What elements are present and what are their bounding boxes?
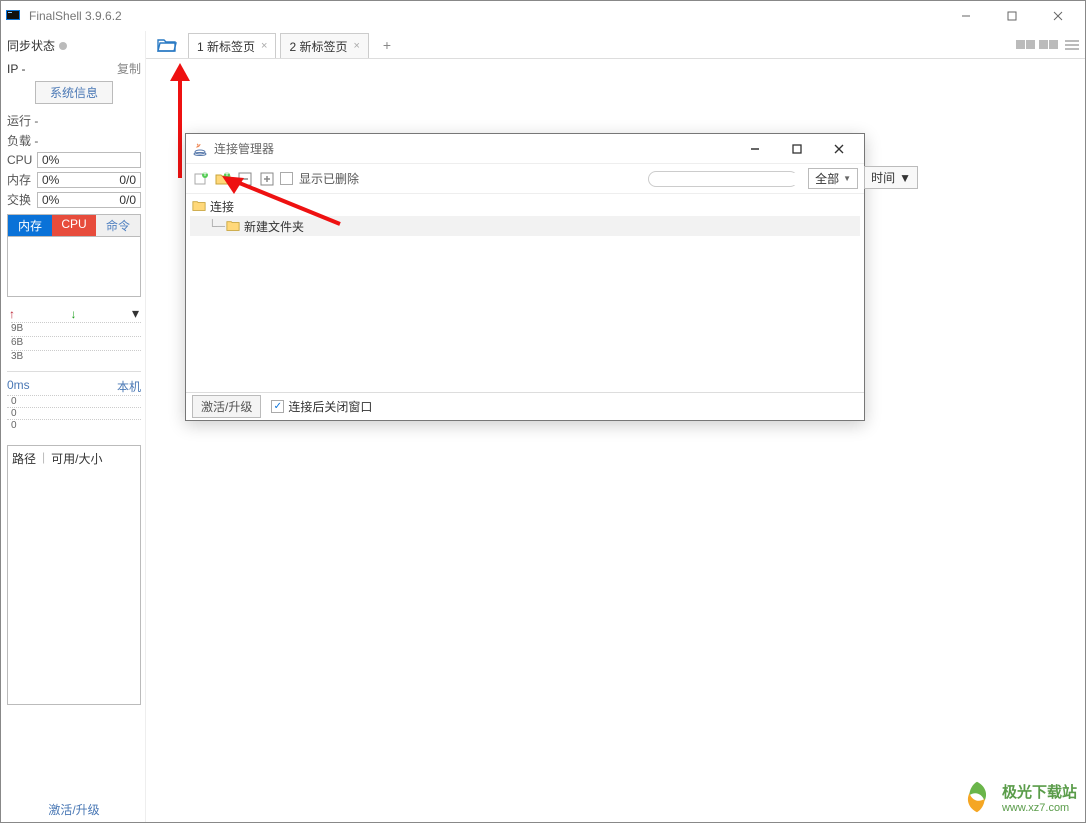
tree-child-label: 新建文件夹 — [244, 218, 304, 235]
close-after-checkbox[interactable] — [271, 400, 284, 413]
upload-arrow-icon: ↑ — [9, 307, 15, 321]
dialog-title: 连接管理器 — [214, 140, 274, 157]
dialog-minimize-button[interactable] — [742, 137, 768, 161]
ping-label: 0ms — [7, 378, 30, 395]
svg-text:+: + — [201, 171, 208, 180]
search-box[interactable] — [648, 171, 798, 187]
close-button[interactable] — [1035, 2, 1081, 30]
local-label[interactable]: 本机 — [117, 378, 141, 395]
perf-graph — [7, 237, 141, 297]
dialog-titlebar: 连接管理器 — [186, 134, 864, 164]
copy-button[interactable]: 复制 — [117, 60, 141, 77]
maximize-button[interactable] — [989, 2, 1035, 30]
tree-root-label: 连接 — [210, 198, 234, 215]
cpu-label: CPU — [7, 153, 37, 167]
path-panel: 路径 | 可用/大小 — [7, 445, 141, 705]
tree-root-row[interactable]: 连接 — [190, 196, 860, 216]
run-label: 运行 - — [7, 112, 38, 129]
tab-1[interactable]: 1 新标签页 × — [188, 33, 276, 58]
activate-link[interactable]: 激活/升级 — [7, 801, 141, 818]
close-after-label: 连接后关闭窗口 — [288, 398, 372, 415]
new-connection-button[interactable]: + — [192, 170, 210, 188]
grid-view-icon[interactable] — [1016, 40, 1035, 49]
window-title: FinalShell 3.9.6.2 — [29, 9, 122, 23]
cmd-tab[interactable]: 命令 — [96, 215, 140, 236]
tabstrip: 1 新标签页 × 2 新标签页 × + — [146, 31, 1085, 59]
mem-label: 内存 — [7, 171, 37, 188]
cpu-meter: 0% — [37, 152, 141, 168]
dialog-toolbar: + + 显示已删除 全部▼ 时间▼ — [186, 164, 864, 194]
load-label: 负载 - — [7, 132, 38, 149]
activate-button[interactable]: 激活/升级 — [192, 395, 261, 418]
size-header: 可用/大小 — [51, 450, 102, 467]
dialog-close-button[interactable] — [826, 137, 852, 161]
tab-2[interactable]: 2 新标签页 × — [280, 33, 368, 58]
sidebar: 同步状态 IP - 复制 系统信息 运行 - 负载 - CPU0% 内存0%0/… — [1, 31, 146, 822]
connection-tree[interactable]: 连接 └─ 新建文件夹 — [186, 194, 864, 392]
folder-icon — [226, 219, 240, 233]
tab-label: 2 新标签页 — [289, 38, 347, 55]
swap-label: 交换 — [7, 191, 37, 208]
cpu-tab[interactable]: CPU — [52, 215, 96, 236]
tree-child-row[interactable]: └─ 新建文件夹 — [190, 216, 860, 236]
app-icon — [5, 8, 21, 24]
show-deleted-checkbox[interactable] — [280, 172, 293, 185]
java-icon — [192, 141, 208, 157]
swap-meter: 0%0/0 — [37, 192, 141, 208]
watermark-logo-icon — [958, 778, 996, 816]
new-folder-button[interactable]: + — [214, 170, 232, 188]
watermark: 极光下载站 www.xz7.com — [958, 778, 1077, 816]
sync-status: 同步状态 — [7, 37, 141, 54]
svg-text:+: + — [223, 171, 230, 180]
list-view-icon[interactable] — [1065, 40, 1079, 50]
tab-label: 1 新标签页 — [197, 38, 255, 55]
net-indicators: ↑ ↓ ▾ — [7, 305, 141, 322]
close-icon[interactable]: × — [353, 40, 359, 52]
grid-view-icon-2[interactable] — [1039, 40, 1058, 49]
close-icon[interactable]: × — [261, 40, 267, 52]
ip-label: IP - — [7, 62, 25, 76]
minimize-button[interactable] — [943, 2, 989, 30]
expand-button[interactable] — [258, 170, 276, 188]
collapse-button[interactable] — [236, 170, 254, 188]
sysinfo-button[interactable]: 系统信息 — [35, 81, 113, 104]
add-tab-button[interactable]: + — [375, 31, 399, 58]
download-arrow-icon: ↓ — [70, 307, 76, 321]
show-deleted-label: 显示已删除 — [299, 170, 359, 187]
sync-status-label: 同步状态 — [7, 37, 55, 54]
dialog-maximize-button[interactable] — [784, 137, 810, 161]
chart-tab-toggle: 内存 CPU 命令 — [7, 214, 141, 237]
titlebar: FinalShell 3.9.6.2 — [1, 1, 1085, 31]
connection-manager-dialog: 连接管理器 + + 显示已删除 全部▼ 时间▼ — [185, 133, 865, 421]
status-dot-icon — [59, 42, 67, 50]
net-graph: 9B 6B 3B — [7, 322, 141, 372]
ping-graph: 0 0 0 — [7, 395, 141, 435]
filter-dropdown[interactable]: 全部▼ — [808, 168, 858, 189]
dialog-footer: 激活/升级 连接后关闭窗口 — [186, 392, 864, 420]
mem-meter: 0%0/0 — [37, 172, 141, 188]
dropdown-icon[interactable]: ▾ — [132, 305, 139, 322]
search-input[interactable] — [659, 173, 801, 185]
watermark-title: 极光下载站 — [1002, 781, 1077, 802]
watermark-url: www.xz7.com — [1002, 802, 1077, 814]
path-header: 路径 — [12, 450, 36, 467]
open-folder-button[interactable] — [150, 31, 184, 58]
time-dropdown[interactable]: 时间▼ — [864, 166, 918, 189]
mem-tab[interactable]: 内存 — [8, 215, 52, 236]
folder-icon — [192, 199, 206, 213]
